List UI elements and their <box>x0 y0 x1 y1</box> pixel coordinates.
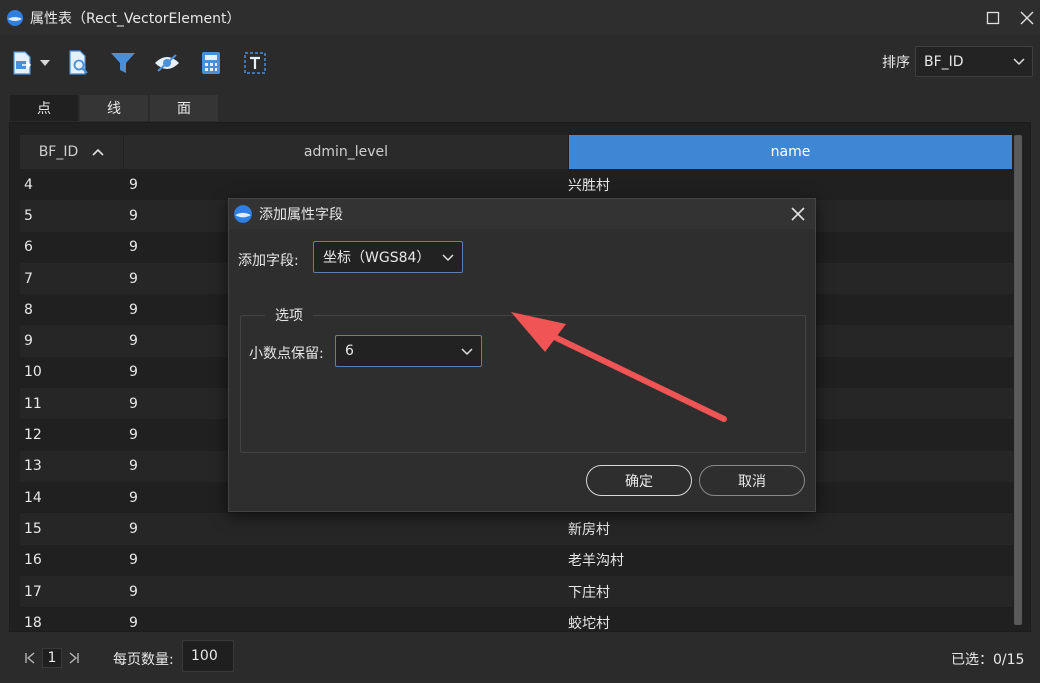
cell-bf-id: 11 <box>24 395 42 412</box>
tab-polygon[interactable]: 面 <box>149 94 219 122</box>
filter-icon <box>111 53 135 73</box>
cell-bf-id: 14 <box>24 489 42 506</box>
cell-admin-level: 9 <box>129 614 138 631</box>
cell-bf-id: 13 <box>24 458 42 475</box>
first-page-button[interactable] <box>22 648 38 668</box>
app-logo-icon <box>234 205 252 223</box>
options-group <box>240 315 806 453</box>
first-page-icon <box>25 652 35 664</box>
cell-admin-level: 9 <box>129 176 138 193</box>
last-page-button[interactable] <box>66 648 82 668</box>
calculator-icon <box>202 52 220 74</box>
dropdown-icon <box>40 60 50 66</box>
selected-count: 已选：0/15 <box>951 652 1025 668</box>
decimal-places-value: 6 <box>345 343 354 359</box>
title-bar: 属性表（Rect_VectorElement） <box>0 0 1040 35</box>
cell-name: 老羊沟村 <box>568 553 624 570</box>
cell-name: 下庄村 <box>568 584 610 601</box>
decimal-places-select[interactable]: 6 <box>335 335 482 367</box>
table-row[interactable]: 16 9 老羊沟村 <box>20 545 1013 576</box>
vertical-scrollbar[interactable] <box>1014 135 1022 625</box>
close-window-button[interactable] <box>1010 0 1040 35</box>
export-dropdown-button[interactable] <box>38 47 52 79</box>
column-header-label: name <box>770 144 811 160</box>
calculator-button[interactable] <box>200 47 222 79</box>
maximize-button[interactable] <box>976 0 1010 35</box>
add-field-dialog: 添加属性字段 添加字段: 坐标（WGS84） 选项 小数点保留: 6 确定 取消 <box>228 198 816 512</box>
cell-bf-id: 6 <box>24 239 33 256</box>
current-page[interactable]: 1 <box>42 648 62 668</box>
table-row[interactable]: 15 9 新房村 <box>20 513 1013 545</box>
close-icon <box>1020 11 1034 24</box>
filter-button[interactable] <box>109 47 137 79</box>
field-type-label: 添加字段: <box>238 253 299 269</box>
pagination-bar: 1 每页数量: 100 已选：0/15 <box>0 632 1040 683</box>
text-icon <box>244 52 266 74</box>
decimal-places-label: 小数点保留: <box>249 346 324 362</box>
sort-ascending-icon <box>92 148 104 156</box>
dialog-header: 添加属性字段 <box>229 199 815 229</box>
table-row[interactable]: 17 9 下庄村 <box>20 575 1013 608</box>
cell-bf-id: 5 <box>24 207 33 224</box>
cell-bf-id: 18 <box>24 614 42 631</box>
cell-bf-id: 10 <box>24 364 42 381</box>
table-row[interactable]: 4 9 兴胜村 <box>20 169 1013 200</box>
field-type-select[interactable]: 坐标（WGS84） <box>313 241 463 273</box>
cell-name: 蛟坨村 <box>568 615 610 632</box>
page-size-input[interactable]: 100 <box>182 640 234 672</box>
text-field-button[interactable] <box>242 47 268 79</box>
sort-select-value: BF_ID <box>924 53 964 70</box>
page-size-label: 每页数量: <box>113 652 174 668</box>
geometry-tabs: 点 线 面 <box>9 94 219 122</box>
table-header: BF_ID admin_level name <box>20 135 1013 169</box>
maximize-icon <box>986 11 1000 24</box>
tab-point[interactable]: 点 <box>9 94 79 122</box>
sort-label: 排序 <box>882 55 910 71</box>
column-header-label: BF_ID <box>38 144 79 160</box>
eye-hide-icon <box>155 54 179 72</box>
cell-bf-id: 8 <box>24 301 33 318</box>
hide-fields-button[interactable] <box>153 47 181 79</box>
cell-admin-level: 9 <box>129 552 138 569</box>
column-header-name[interactable]: name <box>569 135 1013 169</box>
chevron-down-icon <box>442 254 454 262</box>
ok-button[interactable]: 确定 <box>586 465 692 496</box>
column-header-label: admin_level <box>303 144 389 160</box>
cell-bf-id: 12 <box>24 427 42 444</box>
cell-bf-id: 9 <box>24 333 33 350</box>
export-icon <box>13 51 32 75</box>
window-title: 属性表（Rect_VectorElement） <box>30 10 241 27</box>
last-page-icon <box>69 652 79 664</box>
app-logo-icon <box>7 9 23 26</box>
export-button[interactable] <box>10 47 34 79</box>
cell-bf-id: 4 <box>24 176 33 193</box>
cell-admin-level: 9 <box>129 583 138 600</box>
chevron-down-icon <box>1013 58 1025 66</box>
cell-bf-id: 15 <box>24 520 42 537</box>
cancel-button[interactable]: 取消 <box>699 465 805 496</box>
cell-name: 兴胜村 <box>568 177 610 194</box>
dialog-title: 添加属性字段 <box>259 207 343 223</box>
search-document-button[interactable] <box>66 47 92 79</box>
column-header-bf-id[interactable]: BF_ID <box>20 135 124 169</box>
options-group-title: 选项 <box>265 305 313 325</box>
cell-bf-id: 16 <box>24 552 42 569</box>
sort-select[interactable]: BF_ID <box>915 46 1033 77</box>
cell-bf-id: 7 <box>24 270 33 287</box>
chevron-down-icon <box>461 348 473 356</box>
field-type-value: 坐标（WGS84） <box>323 250 431 266</box>
cell-name: 新房村 <box>568 521 610 538</box>
search-document-icon <box>69 50 88 75</box>
cell-bf-id: 17 <box>24 583 42 600</box>
tab-line[interactable]: 线 <box>79 94 149 122</box>
column-header-admin-level[interactable]: admin_level <box>124 135 569 169</box>
cell-admin-level: 9 <box>129 520 138 537</box>
close-icon[interactable] <box>789 205 807 223</box>
